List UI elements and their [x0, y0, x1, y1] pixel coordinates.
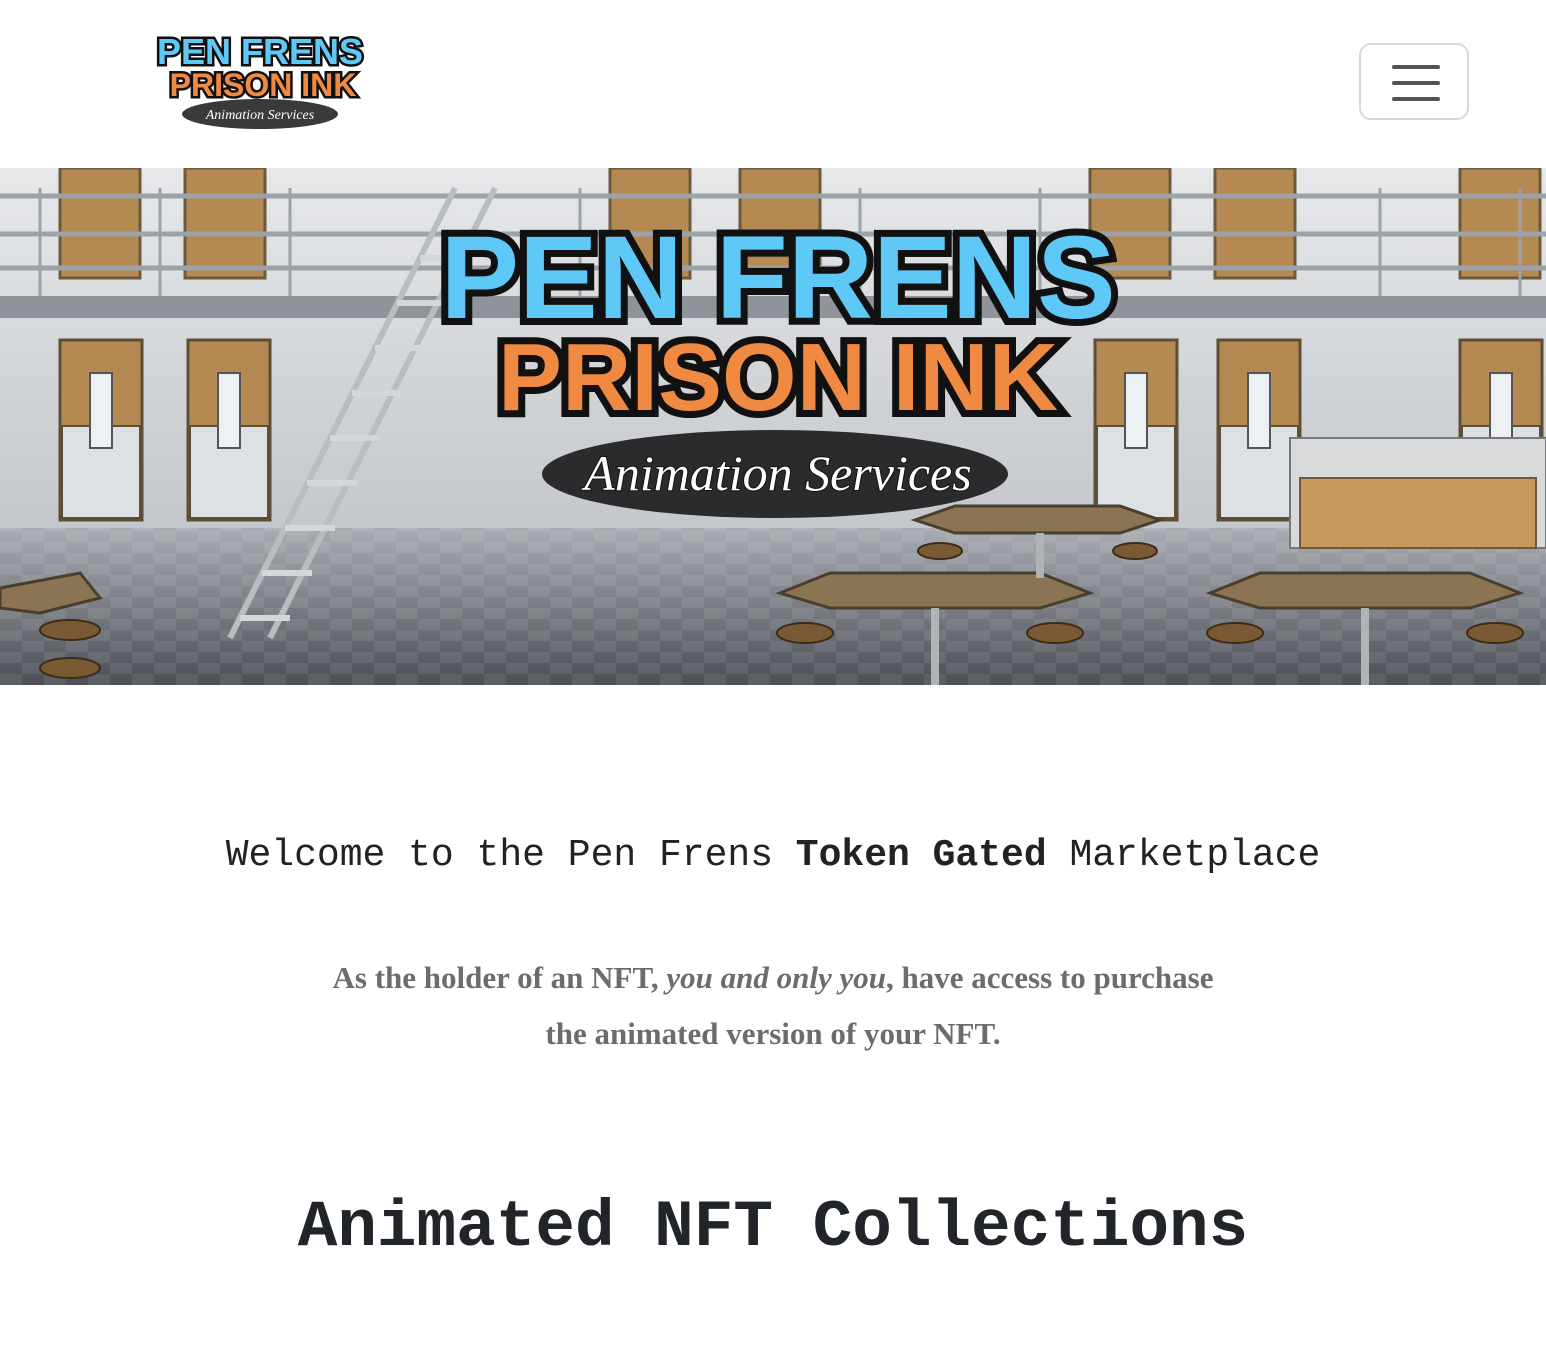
- intro-paragraph: As the holder of an NFT, you and only yo…: [330, 950, 1216, 1062]
- brand-logo-link[interactable]: PEN FRENS PRISON INK Animation Services: [138, 29, 383, 132]
- welcome-text-before: Welcome to the Pen Frens: [225, 834, 796, 877]
- welcome-text-after: Marketplace: [1046, 834, 1321, 877]
- intro-text-part1: As the holder of an NFT,: [332, 960, 667, 995]
- intro-text-emphasis: you and only you: [666, 960, 886, 995]
- hero-logo-line2: PRISON INK: [498, 324, 1058, 431]
- hero-logo-tagline: Animation Services: [581, 445, 971, 501]
- welcome-text-bold: Token Gated: [795, 834, 1047, 877]
- collections-heading: Animated NFT Collections: [297, 1190, 1249, 1265]
- hero-banner: PEN FRENS PRISON INK Animation Services: [0, 168, 1546, 685]
- welcome-heading: Welcome to the Pen Frens Token Gated Mar…: [0, 834, 1546, 877]
- prison-cellblock-illustration: PEN FRENS PRISON INK Animation Services: [0, 168, 1546, 685]
- menu-toggle-button[interactable]: [1359, 43, 1469, 120]
- brand-logo-line2: PRISON INK: [170, 67, 357, 103]
- brand-logo-tagline: Animation Services: [205, 108, 315, 123]
- brand-logo-line1: PEN FRENS: [157, 31, 363, 72]
- brand-logo: PEN FRENS PRISON INK Animation Services: [154, 29, 366, 129]
- navbar: PEN FRENS PRISON INK Animation Services: [0, 0, 1546, 168]
